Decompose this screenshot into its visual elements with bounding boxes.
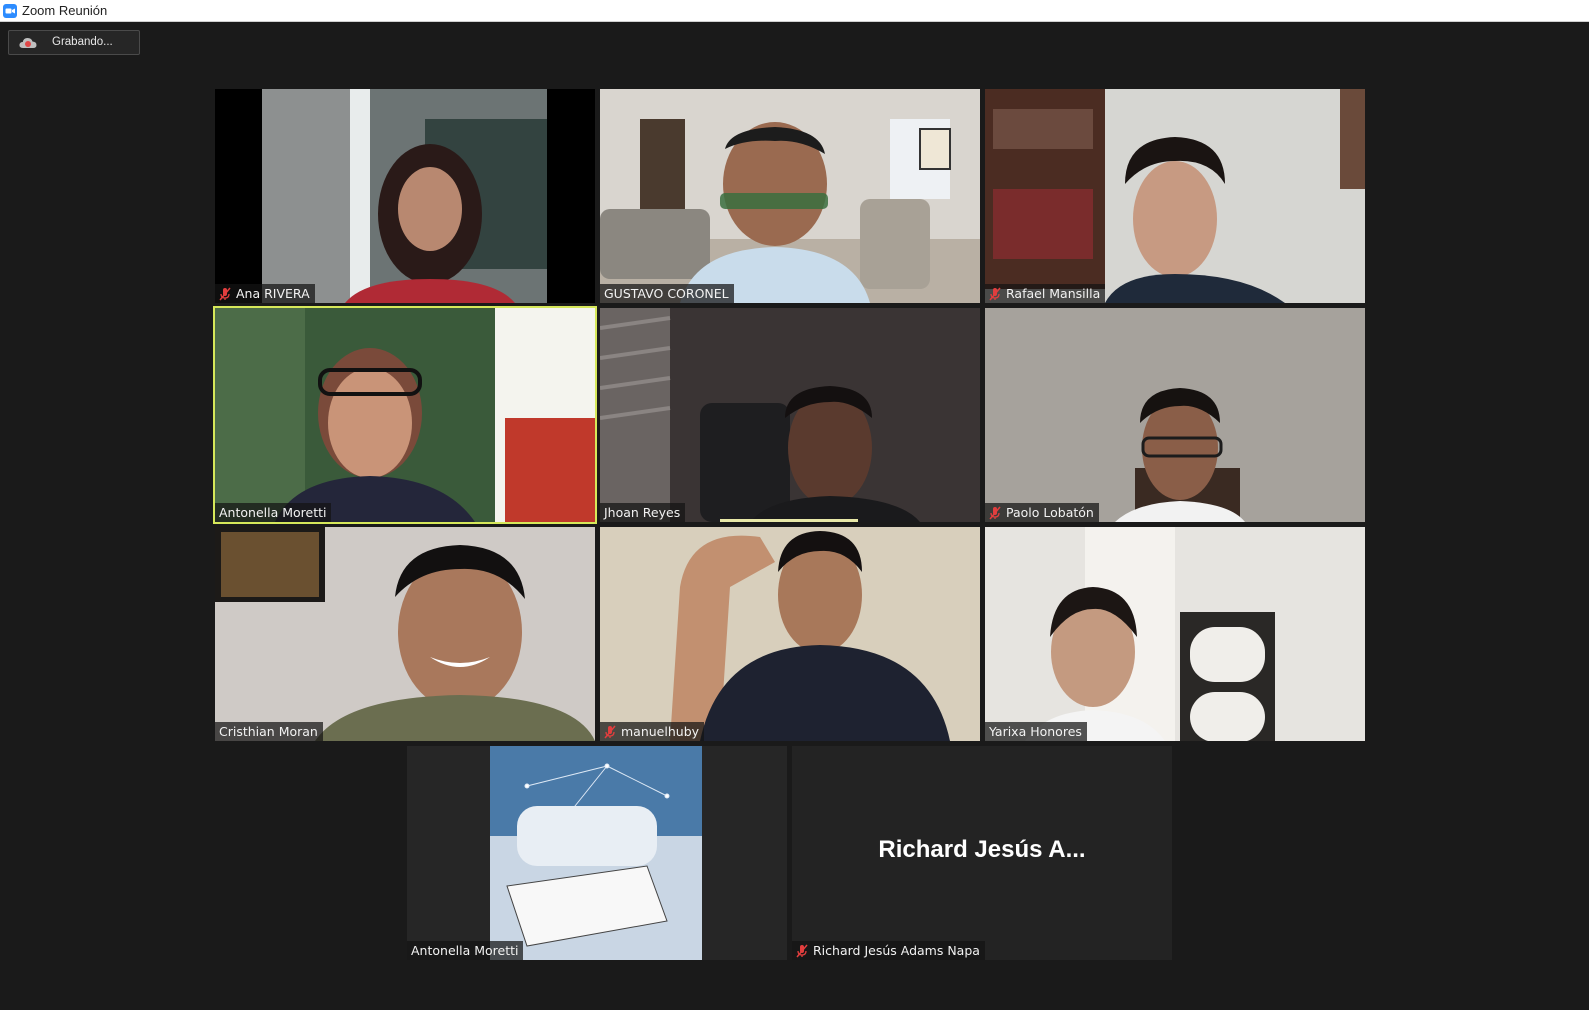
participant-nameplate: Rafael Mansilla	[985, 284, 1106, 303]
participant-name: Yarixa Honores	[989, 724, 1082, 739]
video-tile[interactable]: Jhoan Reyes	[600, 308, 980, 522]
participant-video	[215, 308, 595, 522]
mic-muted-icon	[796, 944, 808, 957]
participant-video	[600, 89, 980, 303]
participant-name: Antonella Moretti	[411, 943, 519, 958]
window-titlebar: Zoom Reunión	[0, 0, 1589, 22]
participant-profile-image	[407, 746, 787, 960]
participant-name: manuelhuby	[621, 724, 700, 739]
video-tile[interactable]: Yarixa Honores	[985, 527, 1365, 741]
participant-nameplate: GUSTAVO CORONEL	[600, 284, 734, 303]
participant-name: GUSTAVO CORONEL	[604, 286, 729, 301]
participant-video	[985, 308, 1365, 522]
participant-nameplate: Yarixa Honores	[985, 722, 1087, 741]
participant-name: Antonella Moretti	[219, 505, 327, 520]
mic-muted-icon	[604, 725, 616, 738]
video-tile[interactable]: Antonella Moretti	[407, 746, 787, 960]
participant-name: Cristhian Moran	[219, 724, 318, 739]
mic-muted-icon	[989, 506, 1001, 519]
participant-video	[985, 527, 1365, 741]
participant-name: Paolo Lobatón	[1006, 505, 1094, 520]
participant-name: Richard Jesús Adams Napa	[813, 943, 980, 958]
mic-muted-icon	[989, 287, 1001, 300]
participant-nameplate: Antonella Moretti	[215, 503, 332, 522]
participant-nameplate: Ana RIVERA	[215, 284, 315, 303]
participant-nameplate: Paolo Lobatón	[985, 503, 1099, 522]
participant-nameplate: Jhoan Reyes	[600, 503, 686, 522]
participant-nameplate: manuelhuby	[600, 722, 705, 741]
recording-label: Grabando...	[52, 36, 113, 48]
participant-video	[600, 308, 980, 522]
participant-nameplate: Antonella Moretti	[407, 941, 524, 960]
participant-video	[215, 89, 595, 303]
participant-nameplate: Cristhian Moran	[215, 722, 323, 741]
video-tile-active-speaker[interactable]: Antonella Moretti	[213, 306, 597, 524]
cloud-record-icon	[19, 38, 37, 48]
video-tile[interactable]: manuelhuby	[600, 527, 980, 741]
participant-name: Ana RIVERA	[236, 286, 310, 301]
video-tile-camera-off[interactable]: Richard Jesús A... Richard Jesús Adams N…	[792, 746, 1172, 960]
participant-display-name: Richard Jesús A...	[878, 836, 1086, 863]
participant-video	[215, 527, 595, 741]
participant-name: Rafael Mansilla	[1006, 286, 1101, 301]
audio-level-bar	[720, 519, 858, 522]
participant-name: Jhoan Reyes	[604, 505, 681, 520]
participant-video	[985, 89, 1365, 303]
participant-nameplate: Richard Jesús Adams Napa	[792, 941, 985, 960]
zoom-camera-icon	[3, 4, 17, 18]
video-tile[interactable]: Cristhian Moran	[215, 527, 595, 741]
recording-indicator[interactable]: Grabando...	[8, 30, 140, 55]
video-tile[interactable]: Ana RIVERA	[215, 89, 595, 303]
video-tile[interactable]: Paolo Lobatón	[985, 308, 1365, 522]
mic-muted-icon	[219, 287, 231, 300]
participant-video	[600, 527, 980, 741]
window-title: Zoom Reunión	[22, 3, 108, 18]
video-tile[interactable]: GUSTAVO CORONEL	[600, 89, 980, 303]
video-tile[interactable]: Rafael Mansilla	[985, 89, 1365, 303]
